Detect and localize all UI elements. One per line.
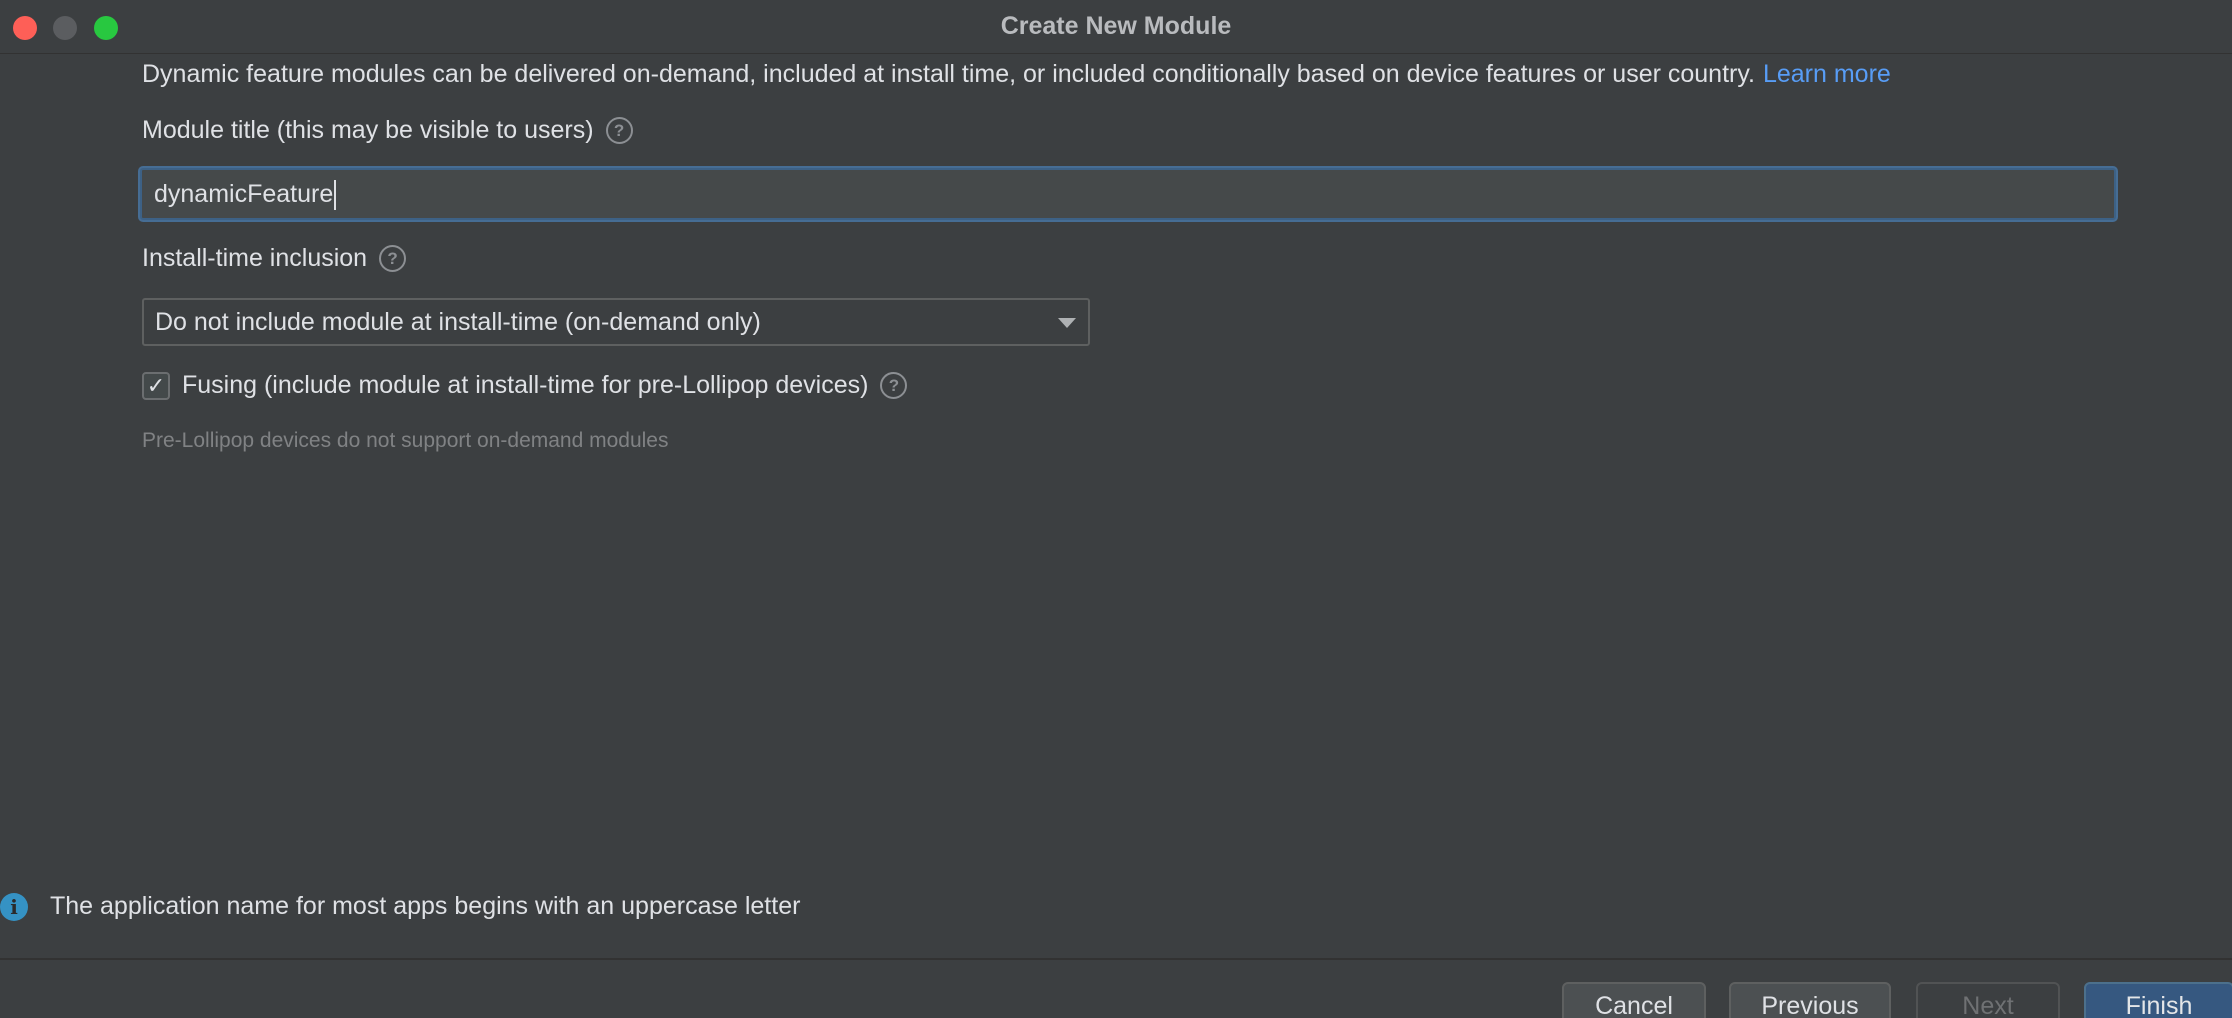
fusing-label: Fusing (include module at install-time f…	[182, 371, 869, 399]
title-bar: Create New Module	[0, 0, 2232, 54]
module-title-label: Module title (this may be visible to use…	[142, 116, 594, 144]
text-caret	[334, 180, 337, 211]
description-line: Dynamic feature modules can be delivered…	[142, 60, 1891, 89]
pre-lollipop-hint: Pre-Lollipop devices do not support on-d…	[142, 429, 669, 452]
validation-message-text: The application name for most apps begin…	[50, 892, 801, 920]
module-title-input[interactable]: dynamicFeature	[140, 168, 2116, 220]
dialog-footer: Cancel Previous Next Finish	[0, 958, 2232, 1018]
install-time-dropdown[interactable]: Do not include module at install-time (o…	[142, 298, 1090, 346]
checkmark-icon: ✓	[146, 372, 166, 398]
dialog-content: Dynamic feature modules can be delivered…	[0, 54, 2232, 958]
install-time-label-row: Install-time inclusion ?	[142, 244, 407, 273]
learn-more-link[interactable]: Learn more	[1763, 60, 1891, 88]
fusing-option: ✓ Fusing (include module at install-time…	[142, 371, 908, 400]
chevron-down-icon	[1058, 318, 1076, 328]
validation-message: i The application name for most apps beg…	[0, 892, 800, 921]
install-time-label: Install-time inclusion	[142, 244, 368, 272]
create-new-module-dialog: Create New Module Dynamic feature module…	[0, 0, 2232, 1018]
fusing-help-icon[interactable]: ?	[880, 372, 908, 399]
module-title-help-icon[interactable]: ?	[605, 117, 633, 144]
info-icon: i	[0, 892, 28, 921]
install-time-selected-value: Do not include module at install-time (o…	[155, 308, 761, 336]
fusing-checkbox[interactable]: ✓	[142, 371, 170, 400]
next-button[interactable]: Next	[1916, 982, 2060, 1018]
cancel-button[interactable]: Cancel	[1562, 982, 1706, 1018]
install-time-help-icon[interactable]: ?	[379, 245, 407, 272]
previous-button[interactable]: Previous	[1729, 982, 1891, 1018]
finish-button[interactable]: Finish	[2084, 982, 2232, 1018]
module-title-value: dynamicFeature	[154, 180, 334, 208]
description-text: Dynamic feature modules can be delivered…	[142, 60, 1755, 88]
module-title-label-row: Module title (this may be visible to use…	[142, 116, 633, 145]
dialog-title: Create New Module	[1000, 12, 1232, 40]
